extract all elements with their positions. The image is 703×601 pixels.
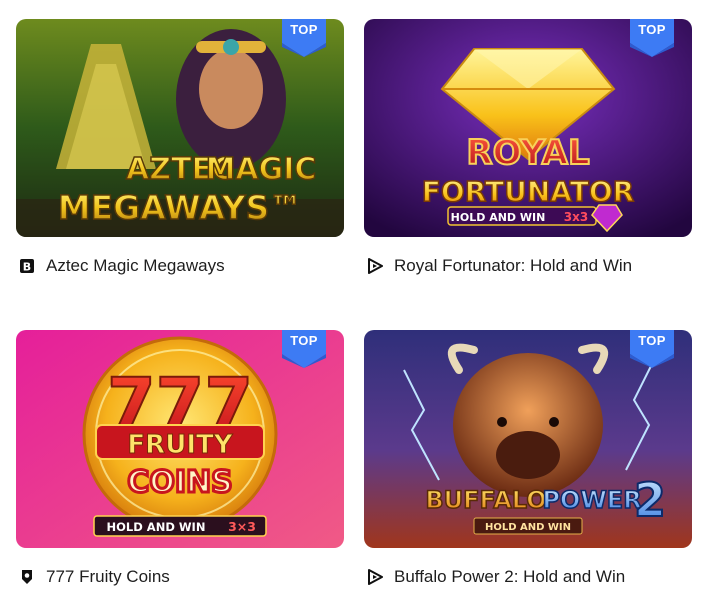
art-title-line: BUFFALO: [425, 486, 546, 514]
art-title-line: FRUITY: [127, 430, 233, 460]
art-title-line: HOLD AND WIN: [451, 211, 546, 224]
game-thumbnail[interactable]: 777 FRUITY COINS HOLD AND WIN 3×3 TOP: [16, 330, 344, 548]
art-title-line: ROYAL: [466, 133, 589, 173]
game-thumbnail[interactable]: BUFFALO POWER 2 HOLD AND WIN TOP: [364, 330, 692, 548]
art-title-line: 3x3: [564, 210, 588, 224]
art-title-line: COINS: [127, 465, 232, 500]
top-badge: TOP: [630, 330, 674, 368]
game-card[interactable]: 777 FRUITY COINS HOLD AND WIN 3×3 TOP 77…: [16, 330, 344, 589]
svg-text:B: B: [23, 261, 31, 274]
game-title[interactable]: Aztec Magic Megaways: [46, 256, 225, 276]
art-title-line: 2: [634, 473, 666, 527]
art-title-line: FORTUNATOR: [422, 175, 634, 208]
art-title-line: POWER: [542, 486, 641, 514]
game-caption[interactable]: B Aztec Magic Megaways: [16, 254, 344, 278]
b-square-icon: B: [18, 257, 36, 275]
game-card[interactable]: AZTEC MAGIC MEGAWAYS™ TOP B Aztec Magic …: [16, 19, 344, 278]
top-badge-label: TOP: [290, 22, 318, 37]
game-thumbnail[interactable]: AZTEC MAGIC MEGAWAYS™ TOP: [16, 19, 344, 237]
game-title[interactable]: 777 Fruity Coins: [46, 567, 170, 587]
art-title-line: HOLD AND WIN: [107, 520, 206, 534]
game-card[interactable]: ROYAL FORTUNATOR HOLD AND WIN 3x3 TOP Ro…: [364, 19, 692, 278]
top-badge-label: TOP: [290, 333, 318, 348]
game-caption[interactable]: 777 Fruity Coins: [16, 565, 344, 589]
art-title-line: MEGAWAYS™: [58, 188, 303, 227]
game-caption[interactable]: Buffalo Power 2: Hold and Win: [364, 565, 692, 589]
top-badge: TOP: [630, 19, 674, 57]
game-title[interactable]: Buffalo Power 2: Hold and Win: [394, 567, 625, 587]
play-arrow-icon: [366, 568, 384, 586]
top-badge: TOP: [282, 19, 326, 57]
art-title-line: 3×3: [228, 519, 256, 534]
top-badge-label: TOP: [638, 22, 666, 37]
game-card[interactable]: BUFFALO POWER 2 HOLD AND WIN TOP Buffalo…: [364, 330, 692, 589]
shield-icon: [18, 568, 36, 586]
art-title-line: MAGIC: [206, 152, 317, 187]
top-badge: TOP: [282, 330, 326, 368]
play-arrow-icon: [366, 257, 384, 275]
game-title[interactable]: Royal Fortunator: Hold and Win: [394, 256, 632, 276]
art-title-line: HOLD AND WIN: [485, 522, 571, 533]
game-thumbnail[interactable]: ROYAL FORTUNATOR HOLD AND WIN 3x3 TOP: [364, 19, 692, 237]
top-badge-label: TOP: [638, 333, 666, 348]
game-caption[interactable]: Royal Fortunator: Hold and Win: [364, 254, 692, 278]
